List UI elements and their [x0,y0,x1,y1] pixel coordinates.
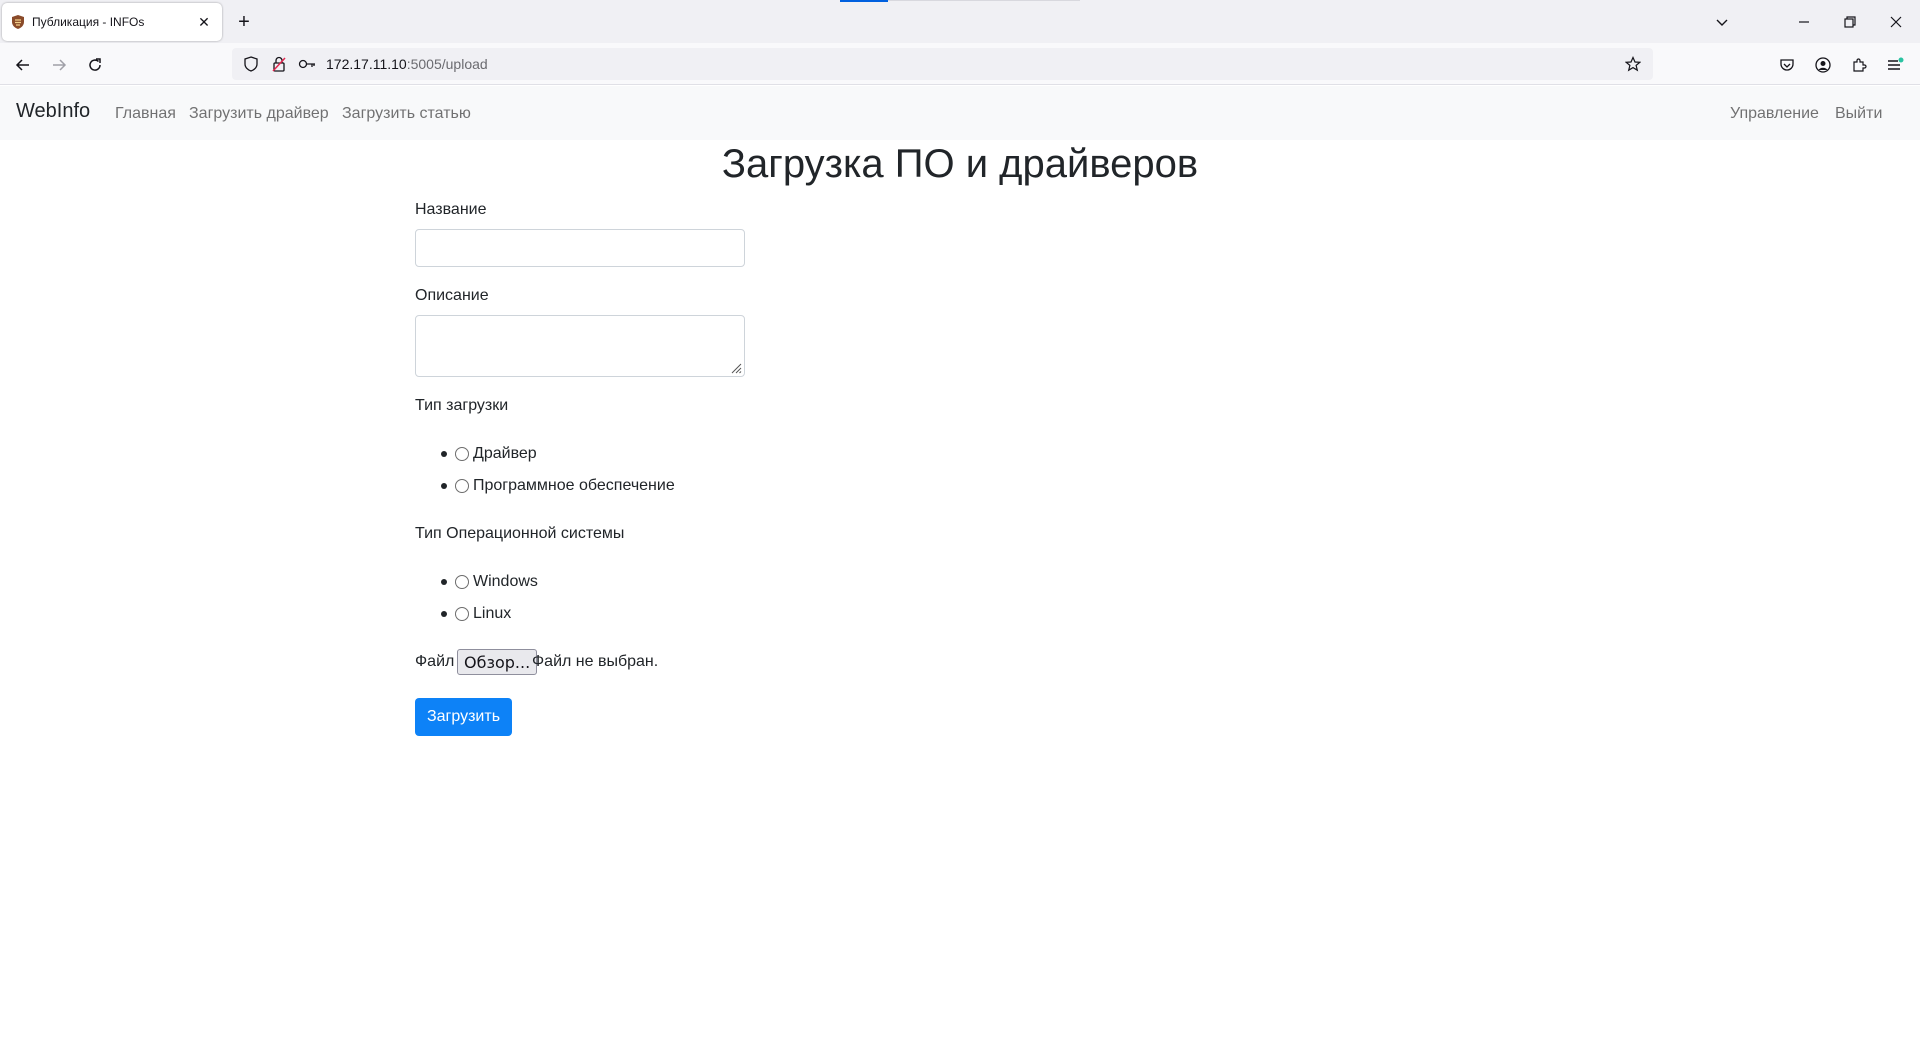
radio-option-software[interactable]: Программное обеспечение [441,474,675,498]
url-host: 172.17.11.10 [326,56,407,72]
description-label: Описание [415,287,489,304]
bookmark-star-icon[interactable] [1621,52,1645,76]
nav-link-upload-article[interactable]: Загрузить статью [342,105,471,123]
radio-software[interactable] [455,479,469,493]
file-label: Файл [415,653,455,670]
radio-label-software: Программное обеспечение [473,477,675,494]
radio-label-driver: Драйвер [473,445,537,462]
radio-option-driver[interactable]: Драйвер [441,442,537,466]
description-textarea[interactable] [415,315,745,377]
radio-windows[interactable] [455,575,469,589]
bullet-icon [441,611,447,617]
os-type-label: Тип Операционной системы [415,525,625,542]
radio-option-windows[interactable]: Windows [441,570,538,594]
upload-type-label: Тип загрузки [415,397,509,414]
browser-toolbar: 172.17.11.10:5005/upload [0,43,1920,85]
name-input[interactable] [415,229,745,267]
close-window-icon[interactable] [1882,8,1910,36]
brand-logo-link[interactable]: WebInfo [16,100,90,123]
tracking-shield-icon[interactable] [240,53,262,75]
insecure-lock-icon[interactable] [268,53,290,75]
reload-icon[interactable] [81,51,109,79]
pocket-icon[interactable] [1773,51,1801,79]
app-menu-icon[interactable] [1881,51,1909,79]
tab-loading-track [888,0,1080,1]
tab-close-icon[interactable]: ✕ [194,12,214,32]
name-label: Название [415,201,487,218]
resize-grip-icon[interactable] [730,362,742,374]
submit-upload-button[interactable]: Загрузить [415,698,512,736]
minimize-icon[interactable] [1790,8,1818,36]
browser-tab-bar: Публикация - INFOs ✕ + [0,0,1920,43]
site-navbar: WebInfo Главная Загрузить драйвер Загруз… [0,86,1920,140]
new-tab-icon[interactable]: + [232,10,256,34]
url-text[interactable]: 172.17.11.10:5005/upload [326,56,488,72]
nav-link-upload-driver[interactable]: Загрузить драйвер [189,105,329,123]
radio-label-linux: Linux [473,605,512,622]
key-icon[interactable] [296,53,318,75]
browser-tab-active[interactable]: Публикация - INFOs ✕ [2,3,222,41]
tab-title: Публикация - INFOs [32,15,145,29]
address-bar[interactable]: 172.17.11.10:5005/upload [232,48,1653,80]
file-status-text: Файл не выбран. [532,653,659,670]
account-icon[interactable] [1809,51,1837,79]
bullet-icon [441,483,447,489]
nav-link-management[interactable]: Управление [1730,105,1819,123]
radio-label-windows: Windows [473,573,538,590]
bullet-icon [441,579,447,585]
restore-icon[interactable] [1836,8,1864,36]
bullet-icon [441,451,447,457]
url-path: :5005/upload [406,56,488,72]
page-title: Загрузка ПО и драйверов [721,142,1199,186]
site-shield-icon [10,14,26,30]
tab-list-chevron-icon[interactable] [1708,8,1736,36]
file-browse-button[interactable]: Обзор... [457,649,538,675]
nav-link-home[interactable]: Главная [115,105,176,123]
back-arrow-icon[interactable] [9,51,37,79]
radio-driver[interactable] [455,447,469,461]
forward-arrow-icon[interactable] [45,51,73,79]
nav-link-logout[interactable]: Выйти [1835,105,1882,123]
radio-option-linux[interactable]: Linux [441,602,511,626]
tab-loading-indicator [840,0,888,2]
extensions-icon[interactable] [1845,51,1873,79]
radio-linux[interactable] [455,607,469,621]
